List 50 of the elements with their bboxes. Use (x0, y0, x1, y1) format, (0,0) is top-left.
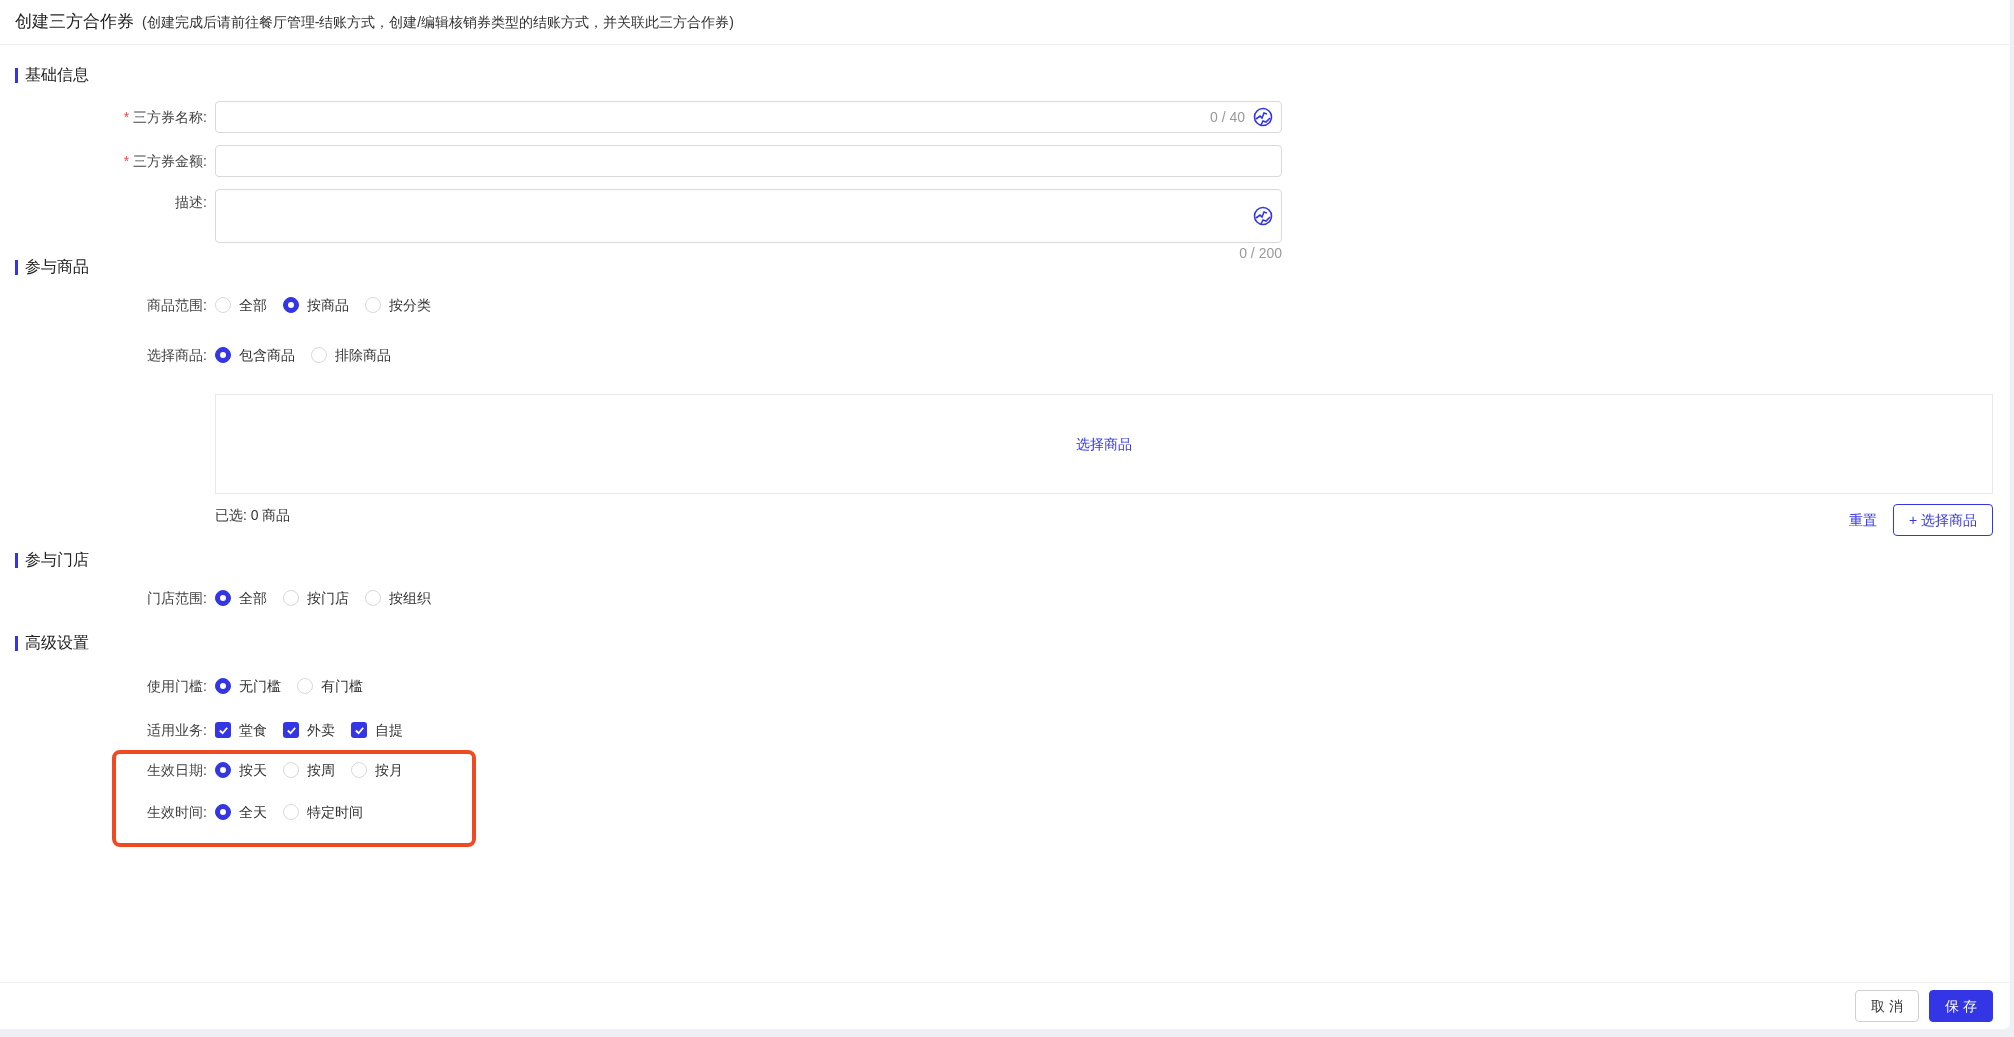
field-label: 门店范围: (147, 588, 207, 608)
required-mark: * (123, 151, 130, 171)
char-counter: 0 / 40 (1209, 107, 1245, 127)
radio-option[interactable]: 全天 (215, 801, 267, 823)
save-button[interactable]: 保存 (1929, 990, 1993, 1022)
radio-option[interactable]: 全部 (215, 587, 267, 609)
checkbox-option[interactable]: 自提 (351, 719, 403, 741)
add-products-button[interactable]: + 选择商品 (1893, 504, 1993, 536)
radio-option[interactable]: 按组织 (365, 587, 431, 609)
selected-count: 已选: 0 商品 (215, 506, 291, 525)
field-label: 生效时间: (147, 802, 207, 822)
field-label: 商品范围: (147, 295, 207, 315)
globe-icon[interactable] (1253, 206, 1273, 226)
check-icon (353, 724, 365, 736)
field-label: 三方券金额: (133, 151, 207, 171)
page-title: 创建三方合作券 (15, 11, 134, 34)
page-note: (创建完成后请前往餐厅管理-结账方式，创建/编辑核销券类型的结账方式，并关联此三方合作券) (142, 12, 734, 32)
checkbox-option[interactable]: 堂食 (215, 719, 267, 741)
radio-option[interactable]: 特定时间 (283, 801, 363, 823)
input-field[interactable] (215, 145, 1282, 177)
section-title: 参与商品 (25, 257, 89, 277)
char-counter: 0 / 200 (1239, 246, 1282, 260)
radio-option[interactable]: 按商品 (283, 294, 349, 316)
section-title: 基础信息 (25, 65, 89, 85)
field-label: 选择商品: (147, 345, 207, 365)
required-mark: * (123, 107, 130, 127)
radio-option[interactable]: 无门槛 (215, 675, 281, 697)
select-products-link[interactable]: 选择商品 (1076, 433, 1132, 455)
cancel-button[interactable]: 取消 (1855, 990, 1919, 1022)
radio-option[interactable]: 包含商品 (215, 344, 295, 366)
field-label: 使用门槛: (147, 676, 207, 696)
check-icon (285, 724, 297, 736)
radio-option[interactable]: 按门店 (283, 587, 349, 609)
field-label: 三方券名称: (133, 107, 207, 127)
section-title: 参与门店 (25, 550, 89, 570)
field-label: 生效日期: (147, 760, 207, 780)
globe-icon[interactable] (1253, 107, 1273, 127)
checkbox-option[interactable]: 外卖 (283, 719, 335, 741)
reset-link[interactable]: 重置 (1849, 509, 1877, 531)
radio-option[interactable]: 全部 (215, 294, 267, 316)
radio-option[interactable]: 按月 (351, 759, 403, 781)
field-label: 描述: (175, 192, 207, 212)
radio-option[interactable]: 按周 (283, 759, 335, 781)
radio-option[interactable]: 按分类 (365, 294, 431, 316)
radio-option[interactable]: 有门槛 (297, 675, 363, 697)
radio-option[interactable]: 排除商品 (311, 344, 391, 366)
section-title: 高级设置 (25, 633, 89, 653)
check-icon (217, 724, 229, 736)
radio-option[interactable]: 按天 (215, 759, 267, 781)
field-label: 适用业务: (147, 720, 207, 740)
